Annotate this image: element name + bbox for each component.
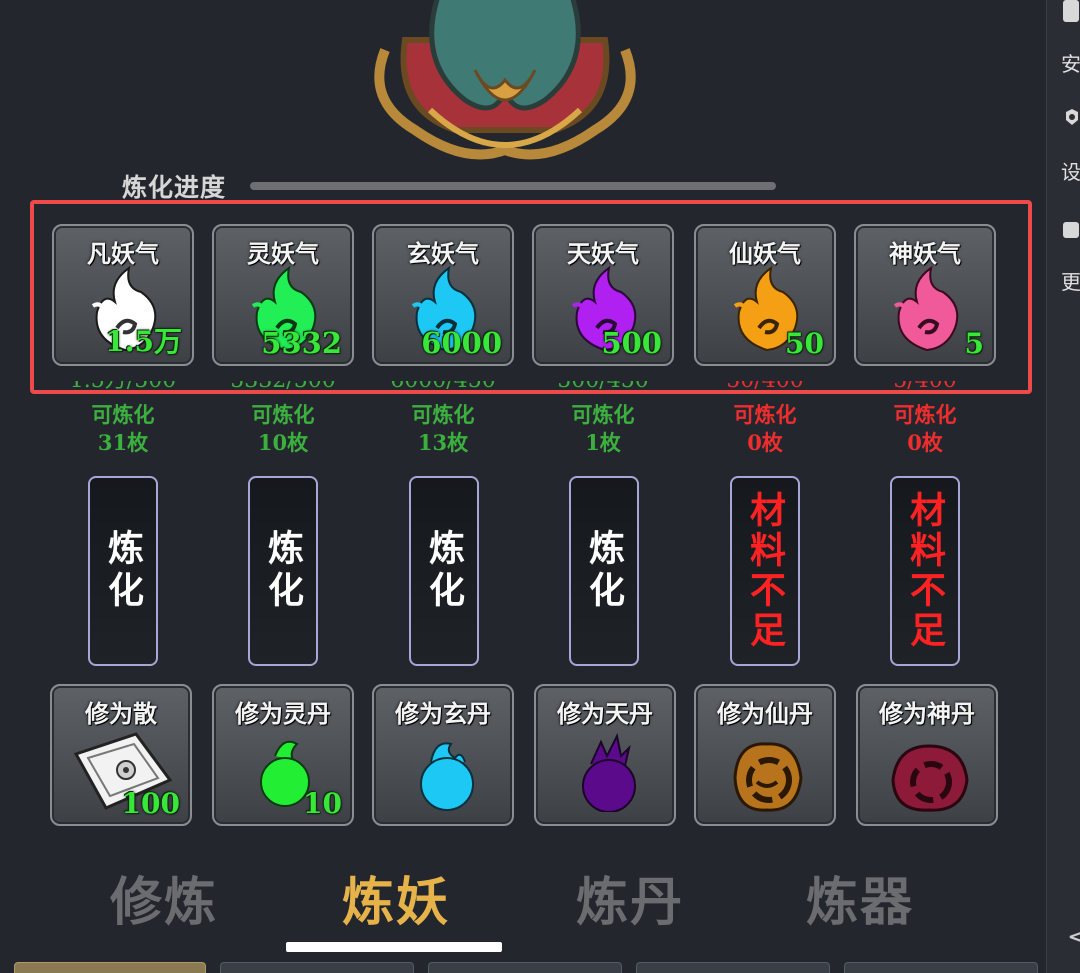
sidebar-item-settings[interactable]: 设 — [1061, 156, 1080, 185]
blue-pill-icon — [420, 742, 474, 811]
pill-card-tian[interactable]: 修为天丹 — [534, 684, 676, 826]
essence-ratio: 500/450 — [523, 381, 683, 395]
essence-ratio: 5/400 — [845, 381, 1005, 395]
essence-count: 6000 — [421, 326, 502, 360]
shield-icon[interactable] — [1063, 0, 1079, 22]
refine-button-fan[interactable]: 炼化 — [88, 476, 158, 666]
essence-count: 50 — [785, 327, 824, 360]
refine-available-label: 可炼化 — [571, 402, 635, 427]
active-tab-indicator — [286, 942, 502, 952]
essence-card-shen[interactable]: 神妖气 5 — [854, 224, 996, 366]
refine-available-count: 13枚 — [417, 430, 469, 455]
pill-card-ling[interactable]: 修为灵丹 10 — [212, 684, 354, 826]
essence-count: 500 — [601, 326, 662, 360]
essence-card-xuan[interactable]: 玄妖气 6000 — [372, 224, 514, 366]
refine-button-xuan[interactable]: 炼化 — [409, 476, 479, 666]
update-icon[interactable] — [1063, 222, 1079, 238]
refine-progress-bar — [250, 182, 776, 190]
refine-available-label: 可炼化 — [91, 402, 155, 427]
essence-card-ling[interactable]: 灵妖气 5332 — [212, 224, 354, 366]
refine-available-label: 可炼化 — [411, 402, 475, 427]
refine-button-ling[interactable]: 炼化 — [248, 476, 318, 666]
game-panel: 炼化进度 凡妖气 1.5万 灵妖气 5332 玄妖气 6000 天妖气 500 … — [0, 0, 1046, 973]
tab-forge[interactable]: 炼器 — [806, 860, 914, 935]
gold-pill-icon — [733, 742, 803, 812]
pill-card-xuan[interactable]: 修为玄丹 — [372, 684, 514, 826]
tab-cultivate[interactable]: 修炼 — [110, 860, 218, 935]
essence-ratio: 1.5万/500 — [43, 381, 203, 395]
pill-card-xian[interactable]: 修为仙丹 — [694, 684, 836, 826]
right-sidebar: 安 设 更 < — [1046, 0, 1080, 973]
refine-available-count: 0枚 — [747, 430, 783, 455]
tab-refine-demon[interactable]: 炼妖 — [342, 860, 450, 935]
back-chevron-icon[interactable]: < — [1067, 922, 1080, 952]
pill-card-shen[interactable]: 修为神丹 — [856, 684, 998, 826]
refine-available-count: 31枚 — [97, 430, 149, 455]
sidebar-item-security[interactable]: 安 — [1061, 48, 1080, 77]
bottom-menu-button[interactable] — [220, 962, 414, 973]
bottom-menu-button[interactable] — [636, 962, 830, 973]
gear-icon[interactable] — [1063, 108, 1080, 126]
essence-card-xian[interactable]: 仙妖气 50 — [694, 224, 836, 366]
refine-available-count: 1枚 — [585, 430, 621, 455]
pill-count: 100 — [121, 787, 180, 820]
essence-ratio: 50/400 — [685, 381, 845, 395]
purple-pill-icon — [582, 732, 636, 812]
emblem-icon — [374, 0, 636, 160]
refine-available-count: 10枚 — [257, 430, 309, 455]
sidebar-item-update[interactable]: 更 — [1061, 266, 1080, 295]
bottom-menu-button[interactable] — [844, 962, 1038, 973]
refine-available-label: 可炼化 — [733, 402, 797, 427]
essence-card-fan[interactable]: 凡妖气 1.5万 — [52, 224, 194, 366]
refine-button-tian[interactable]: 炼化 — [569, 476, 639, 666]
pink-flame-icon — [893, 265, 959, 352]
insufficient-material-button-shen[interactable]: 材料不足 — [890, 476, 960, 666]
refine-progress-label: 炼化进度 — [122, 173, 227, 202]
refine-available-label: 可炼化 — [893, 402, 957, 427]
essence-count: 5 — [964, 327, 984, 360]
insufficient-material-button-xian[interactable]: 材料不足 — [730, 476, 800, 666]
essence-ratio: 6000/450 — [363, 381, 523, 395]
crimson-pill-icon — [891, 744, 969, 812]
bottom-tab-bar: 修炼 炼妖 炼丹 炼器 — [0, 860, 1046, 940]
pill-card-powder[interactable]: 修为散 100 — [50, 684, 192, 826]
bottom-menu-button[interactable] — [14, 962, 206, 973]
refine-available-label: 可炼化 — [251, 402, 315, 427]
essence-card-tian[interactable]: 天妖气 500 — [532, 224, 674, 366]
essence-ratio: 5332/500 — [203, 381, 363, 395]
essence-count: 1.5万 — [105, 325, 182, 358]
pill-count: 10 — [303, 787, 342, 820]
bottom-menu-button[interactable] — [428, 962, 622, 973]
refine-available-count: 0枚 — [907, 430, 943, 455]
essence-count: 5332 — [261, 326, 342, 360]
tab-alchemy[interactable]: 炼丹 — [576, 860, 684, 935]
